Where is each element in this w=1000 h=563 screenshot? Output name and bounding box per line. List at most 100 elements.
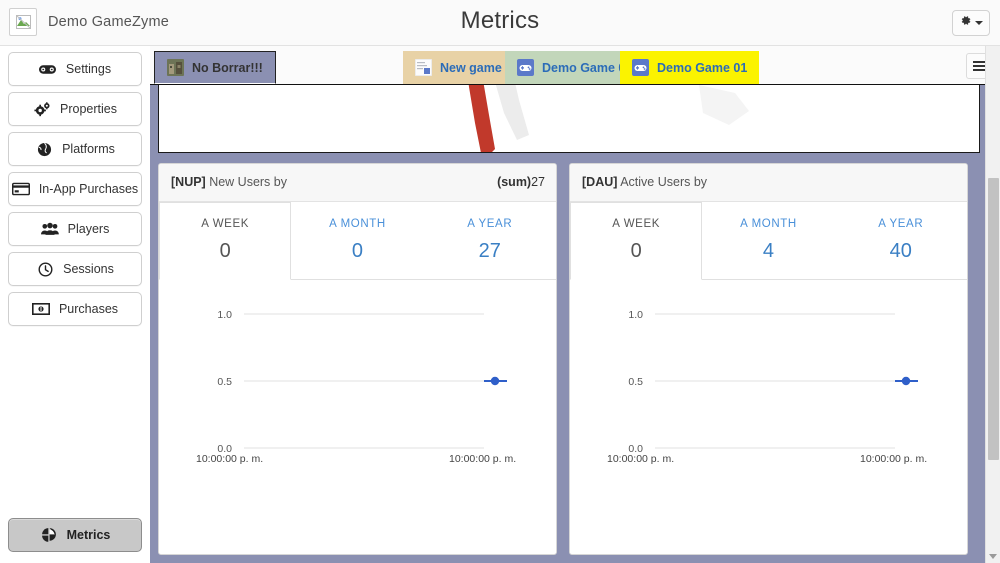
x-tick-end: 10:00:00 p. m. [449,453,516,465]
range-tab-a-week[interactable]: A WEEK 0 [570,202,703,280]
sidebar-item-label: Properties [60,102,117,116]
top-header-bar: Demo GameZyme Metrics [0,0,1000,46]
gears-icon [33,101,51,117]
x-tick-start: 10:00:00 p. m. [196,453,263,465]
pie-chart-icon [40,527,58,543]
metric-sum: (sum)27 [497,175,545,189]
y-tick-0.5: 0.5 [628,376,643,388]
menu-line [972,60,986,63]
sidebar-item-platforms[interactable]: Platforms [8,132,142,166]
metric-sum-label: (sum) [497,175,532,189]
data-point [490,376,500,386]
metric-chart-active-users[interactable]: 1.0 0.5 0.0 10:00:00 p. m. 10:00:00 p. m… [570,280,967,553]
gear-icon [959,14,972,32]
metric-chart-new-users[interactable]: 1.0 0.5 0.0 10:00:00 p. m. 10:00:00 p. m… [159,280,556,553]
y-tick-1.0: 1.0 [217,309,232,321]
tab-label: No Borrar!!! [192,60,263,75]
metric-code: [NUP] [171,175,206,189]
new-game-thumbnail-icon [415,59,432,76]
tab-demo-game-01[interactable]: Demo Game 01 [620,51,760,84]
range-value: 0 [630,240,642,262]
range-value: 0 [351,240,364,262]
tab-new-game[interactable]: New game [403,51,514,84]
sidebar-item-settings[interactable]: Settings [8,52,142,86]
page-title: Metrics [460,7,540,34]
users-icon [40,222,59,236]
range-value: 40 [889,240,912,262]
data-point [901,376,911,386]
menu-line [972,65,986,67]
range-tab-a-week[interactable]: A WEEK 0 [159,202,292,280]
range-value: 27 [478,240,501,262]
main-panel: No Borrar!!! New game Demo Game 02 Demo … [150,46,1000,563]
y-tick-1.0: 1.0 [628,309,643,321]
range-label: A MONTH [329,218,386,230]
metric-card-title: [DAU] Active Users by [582,175,707,189]
tab-label: Demo Game 02 [542,60,633,75]
menu-line [972,69,986,72]
sidebar-item-label: Settings [65,62,112,76]
sidebar-item-label: In-App Purchases [38,182,139,196]
game-tab-strip: No Borrar!!! New game Demo Game 02 Demo … [150,46,1000,85]
tab-label: Demo Game 01 [657,60,748,75]
game-thumbnail-icon [167,59,184,76]
range-label: A YEAR [878,218,924,230]
metric-card-title: [NUP] New Users by [171,175,287,189]
chevron-down-icon [975,21,983,25]
gamepad-blue-icon [517,59,534,76]
left-sidebar: Settings Properties Platforms In-App Pur… [0,46,150,563]
y-tick-0.5: 0.5 [217,376,232,388]
application-window: Demo GameZyme Metrics Settings Propertie… [0,0,1000,563]
dashboard-content: [NUP] New Users by (sum)27 A WEEK 0 A MO… [150,85,1000,563]
range-label: A YEAR [467,218,513,230]
world-map-graphic [468,85,749,152]
metric-card-header: [NUP] New Users by (sum)27 [159,164,556,202]
x-tick-end: 10:00:00 p. m. [860,453,927,465]
range-value: 4 [762,240,775,262]
sidebar-item-sessions[interactable]: Sessions [8,252,142,286]
scroll-down-arrow-icon[interactable] [989,554,997,559]
tab-no-borrar[interactable]: No Borrar!!! [154,51,276,84]
range-tab-a-year[interactable]: A YEAR 40 [835,202,967,280]
scrollbar-thumb[interactable] [988,178,999,460]
metric-title-text: New Users by [205,175,287,189]
sidebar-item-label: Metrics [66,528,111,542]
metric-title-text: Active Users by [617,175,708,189]
sidebar-item-metrics[interactable]: Metrics [8,518,142,552]
metric-code: [DAU] [582,175,618,189]
settings-menu-button[interactable] [952,10,990,36]
range-value: 0 [219,240,231,262]
range-tab-a-month[interactable]: A MONTH 4 [702,202,834,280]
tab-label: New game [440,60,502,75]
line-chart-graphic: 1.0 0.5 0.0 10:00:00 p. m. 10:00:00 p. m… [196,309,516,465]
gamepad-blue-icon [632,59,649,76]
metric-range-tabs: A WEEK 0 A MONTH 0 A YEAR 27 [159,202,556,280]
money-bill-icon [31,303,50,315]
range-tab-a-month[interactable]: A MONTH 0 [291,202,423,280]
sidebar-item-in-app-purchases[interactable]: In-App Purchases [8,172,142,206]
metric-card-header: [DAU] Active Users by [570,164,967,202]
range-label: A WEEK [201,218,249,230]
metric-card-new-users: [NUP] New Users by (sum)27 A WEEK 0 A MO… [158,163,557,555]
metric-range-tabs: A WEEK 0 A MONTH 4 A YEAR 40 [570,202,967,280]
sidebar-item-label: Sessions [63,262,114,276]
x-tick-start: 10:00:00 p. m. [607,453,674,465]
globe-icon [35,142,53,157]
metric-card-active-users: [DAU] Active Users by A WEEK 0 A MONTH 4 [569,163,968,555]
metric-sum-value: 27 [531,175,545,189]
gamepad-icon [39,64,57,75]
line-chart-graphic: 1.0 0.5 0.0 10:00:00 p. m. 10:00:00 p. m… [607,309,927,465]
sidebar-item-label: Players [67,222,110,236]
credit-card-icon [11,182,30,196]
clock-icon [36,262,54,277]
page-scrollbar[interactable] [985,46,1000,563]
sidebar-item-players[interactable]: Players [8,212,142,246]
sidebar-item-label: Platforms [62,142,115,156]
world-map-widget[interactable] [158,85,980,153]
sidebar-item-label: Purchases [58,302,119,316]
range-label: A MONTH [740,218,797,230]
range-label: A WEEK [612,218,660,230]
sidebar-item-properties[interactable]: Properties [8,92,142,126]
sidebar-item-purchases[interactable]: Purchases [8,292,142,326]
range-tab-a-year[interactable]: A YEAR 27 [424,202,556,280]
